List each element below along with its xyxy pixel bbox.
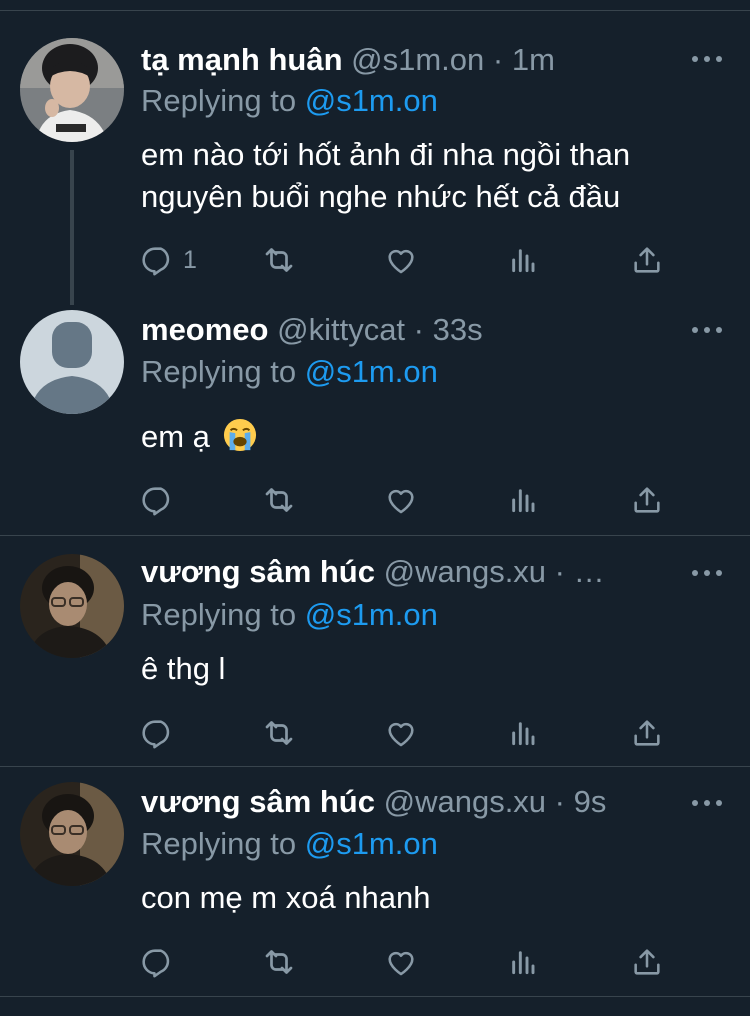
reply-icon xyxy=(141,945,175,979)
separator-dot: · xyxy=(492,42,504,77)
display-name[interactable]: meomeo xyxy=(141,312,268,347)
more-options-icon[interactable] xyxy=(692,798,722,808)
username[interactable]: @wangs.xu xyxy=(384,554,546,589)
tweet-actions xyxy=(141,944,701,980)
like-button[interactable] xyxy=(384,482,418,518)
separator-dot: · xyxy=(554,784,565,819)
like-icon xyxy=(384,243,418,277)
analytics-icon xyxy=(507,717,539,749)
tweet-header: meomeo @kittycat · 33s xyxy=(141,310,660,350)
username[interactable]: @wangs.xu xyxy=(384,784,546,819)
analytics-button[interactable] xyxy=(507,242,539,278)
avatar[interactable] xyxy=(20,554,124,658)
like-button[interactable] xyxy=(384,715,418,751)
more-options-icon[interactable] xyxy=(692,54,722,64)
more-options-icon[interactable] xyxy=(692,568,722,578)
share-button[interactable] xyxy=(630,242,664,278)
loudly-crying-face-emoji xyxy=(223,418,256,452)
analytics-icon xyxy=(507,484,539,516)
reply-button[interactable] xyxy=(141,944,175,980)
tweet[interactable]: meomeo @kittycat · 33s Replying to @s1m.… xyxy=(0,300,750,536)
analytics-icon xyxy=(507,244,539,276)
replying-to-handle[interactable]: @s1m.on xyxy=(305,597,438,632)
display-name[interactable]: vương sâm húc xyxy=(141,554,375,589)
replying-to-label: Replying to xyxy=(141,83,297,118)
reply-count: 1 xyxy=(183,245,197,274)
tweet[interactable]: vương sâm húc @wangs.xu · … Replying to … xyxy=(0,536,750,766)
tweet-text: con mẹ m xoá nhanh xyxy=(141,877,431,919)
replying-to: Replying to @s1m.on xyxy=(141,81,438,121)
tweet-actions xyxy=(141,715,701,751)
tweet-text-line: nguyên buổi nghe nhức hết cả đầu xyxy=(141,179,621,214)
replying-to-label: Replying to xyxy=(141,597,297,632)
reply-button[interactable]: 1 xyxy=(141,242,197,278)
tweet-actions xyxy=(141,482,701,518)
tweet-text: ê thg l xyxy=(141,648,225,690)
retweet-button[interactable] xyxy=(261,715,297,751)
replying-to-label: Replying to xyxy=(141,826,297,861)
tweet-text-line: con mẹ m xoá nhanh xyxy=(141,880,431,915)
display-name[interactable]: tạ mạnh huân xyxy=(141,42,343,77)
retweet-button[interactable] xyxy=(261,944,297,980)
reply-icon xyxy=(141,483,175,517)
replying-to-label: Replying to xyxy=(141,354,297,389)
username[interactable]: @kittycat xyxy=(277,312,405,347)
retweet-icon xyxy=(261,242,297,278)
retweet-icon xyxy=(261,944,297,980)
tweet-header: vương sâm húc @wangs.xu · … xyxy=(141,552,660,592)
analytics-button[interactable] xyxy=(507,482,539,518)
reply-icon xyxy=(141,716,175,750)
like-icon xyxy=(384,945,418,979)
reply-button[interactable] xyxy=(141,482,175,518)
like-icon xyxy=(384,483,418,517)
share-icon xyxy=(630,483,664,517)
reply-button[interactable] xyxy=(141,715,175,751)
display-name[interactable]: vương sâm húc xyxy=(141,784,375,819)
tweet-actions: 1 xyxy=(141,242,701,278)
analytics-button[interactable] xyxy=(507,944,539,980)
replying-to: Replying to @s1m.on xyxy=(141,824,438,864)
replying-to-handle[interactable]: @s1m.on xyxy=(305,83,438,118)
tweet-divider xyxy=(0,996,750,997)
reply-icon xyxy=(141,243,175,277)
replying-to-handle[interactable]: @s1m.on xyxy=(305,354,438,389)
share-icon xyxy=(630,716,664,750)
timestamp[interactable]: 33s xyxy=(433,312,483,347)
timestamp[interactable]: 1m xyxy=(512,42,555,77)
tweet-text-line: em nào tới hốt ảnh đi nha ngồi than xyxy=(141,137,631,172)
tweet-text: em ạ xyxy=(141,416,257,458)
share-icon xyxy=(630,945,664,979)
more-options-icon[interactable] xyxy=(692,325,722,335)
avatar[interactable] xyxy=(20,38,124,142)
share-button[interactable] xyxy=(630,715,664,751)
share-button[interactable] xyxy=(630,482,664,518)
tweet-text: em nào tới hốt ảnh đi nha ngồi than nguy… xyxy=(141,134,630,218)
tweet-header: tạ mạnh huân @s1m.on · 1m xyxy=(141,40,660,80)
retweet-button[interactable] xyxy=(261,242,297,278)
tweet[interactable]: tạ mạnh huân @s1m.on · 1m Replying to @s… xyxy=(0,0,750,300)
tweet-header: vương sâm húc @wangs.xu · 9s xyxy=(141,782,660,822)
tweet-text-line: em ạ xyxy=(141,419,210,454)
analytics-button[interactable] xyxy=(507,715,539,751)
analytics-icon xyxy=(507,946,539,978)
username[interactable]: @s1m.on xyxy=(351,42,484,77)
like-button[interactable] xyxy=(384,944,418,980)
separator-dot: · xyxy=(413,312,424,347)
avatar[interactable] xyxy=(20,310,124,414)
retweet-icon xyxy=(261,715,297,751)
share-button[interactable] xyxy=(630,944,664,980)
retweet-icon xyxy=(261,482,297,518)
like-icon xyxy=(384,716,418,750)
tweet[interactable]: vương sâm húc @wangs.xu · 9s Replying to… xyxy=(0,767,750,997)
retweet-button[interactable] xyxy=(261,482,297,518)
replying-to: Replying to @s1m.on xyxy=(141,352,438,392)
avatar[interactable] xyxy=(20,782,124,886)
replying-to-handle[interactable]: @s1m.on xyxy=(305,826,438,861)
like-button[interactable] xyxy=(384,242,418,278)
tweet-text-line: ê thg l xyxy=(141,651,226,686)
truncation-ellipsis: · … xyxy=(554,554,605,589)
timestamp[interactable]: 9s xyxy=(574,784,607,819)
replying-to: Replying to @s1m.on xyxy=(141,595,438,635)
share-icon xyxy=(630,243,664,277)
